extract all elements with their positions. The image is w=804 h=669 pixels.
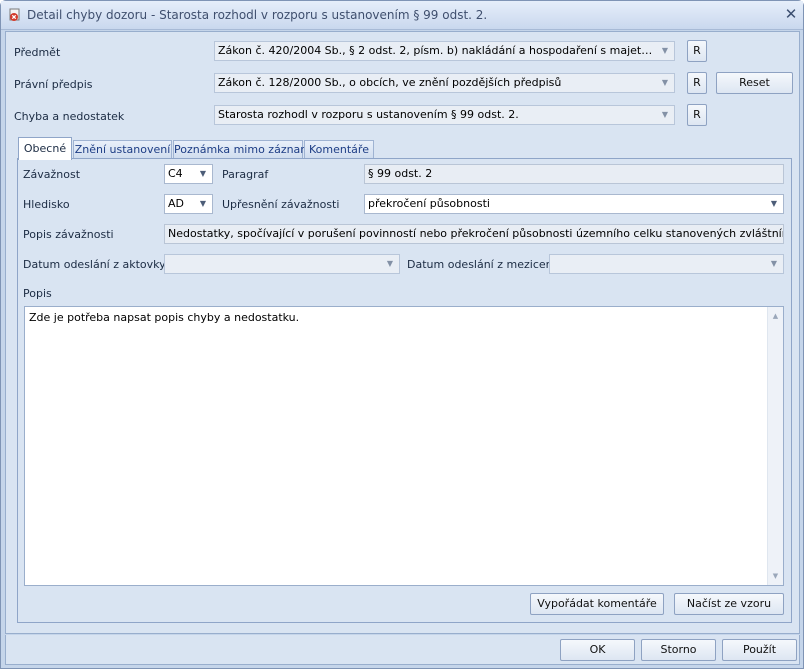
storno-button[interactable]: Storno bbox=[641, 639, 716, 661]
datum-aktovky-label: Datum odeslání z aktovky bbox=[23, 258, 166, 271]
datum-mezicentra-picker[interactable]: ▼ bbox=[549, 254, 784, 274]
zavaznost-label: Závažnost bbox=[23, 168, 81, 181]
hledisko-combo[interactable]: AD ▼ bbox=[164, 194, 213, 214]
chevron-down-icon[interactable]: ▼ bbox=[658, 106, 672, 124]
tab-zneni-ustanoveni[interactable]: Znění ustanovení bbox=[73, 140, 172, 159]
close-icon[interactable]: ✕ bbox=[782, 5, 800, 23]
predmet-reset-r-button[interactable]: R bbox=[687, 40, 707, 62]
chevron-down-icon[interactable]: ▼ bbox=[767, 195, 781, 213]
scroll-up-icon[interactable]: ▲ bbox=[768, 309, 783, 323]
chevron-down-icon[interactable]: ▼ bbox=[767, 255, 781, 273]
chyba-value: Starosta rozhodl v rozporu s ustanovením… bbox=[218, 108, 519, 121]
title-bar: Detail chyby dozoru - Starosta rozhodl v… bbox=[1, 1, 803, 30]
vertical-scrollbar[interactable]: ▲ ▼ bbox=[767, 307, 783, 585]
vyporadat-komentare-button[interactable]: Vypořádat komentáře bbox=[530, 593, 664, 615]
chevron-down-icon[interactable]: ▼ bbox=[196, 165, 210, 183]
error-document-icon bbox=[8, 8, 22, 22]
pouzit-button[interactable]: Použít bbox=[722, 639, 797, 661]
chyba-label: Chyba a nedostatek bbox=[14, 110, 125, 123]
tab-poznamka-mimo-zaznam[interactable]: Poznámka mimo záznam bbox=[173, 140, 311, 159]
reset-button[interactable]: Reset bbox=[716, 72, 793, 94]
ok-button[interactable]: OK bbox=[560, 639, 635, 661]
predmet-label: Předmět bbox=[14, 46, 61, 59]
popis-zavaznosti-label: Popis závažnosti bbox=[23, 228, 114, 241]
dialog-footer: OK Storno Použít bbox=[5, 635, 800, 665]
predmet-value: Zákon č. 420/2004 Sb., § 2 odst. 2, písm… bbox=[218, 44, 674, 57]
window-title: Detail chyby dozoru - Starosta rozhodl v… bbox=[27, 8, 488, 22]
chevron-down-icon[interactable]: ▼ bbox=[658, 74, 672, 92]
paragraf-label: Paragraf bbox=[222, 168, 269, 181]
pravni-predpis-value: Zákon č. 128/2000 Sb., o obcích, ve zněn… bbox=[218, 76, 562, 89]
upresneni-label: Upřesnění závažnosti bbox=[222, 198, 340, 211]
chyba-r-button[interactable]: R bbox=[687, 104, 707, 126]
nacist-ze-vzoru-button[interactable]: Načíst ze vzoru bbox=[674, 593, 784, 615]
tab-komentare[interactable]: Komentáře bbox=[304, 140, 374, 159]
datum-mezicentra-label: Datum odeslání z mezicentra bbox=[407, 258, 569, 271]
pravni-predpis-combo[interactable]: Zákon č. 128/2000 Sb., o obcích, ve zněn… bbox=[214, 73, 675, 93]
chevron-down-icon[interactable]: ▼ bbox=[658, 42, 672, 60]
pravni-predpis-label: Právní předpis bbox=[14, 78, 93, 91]
chyba-combo[interactable]: Starosta rozhodl v rozporu s ustanovením… bbox=[214, 105, 675, 125]
popis-zavaznosti-field: Nedostatky, spočívající v porušení povin… bbox=[164, 224, 784, 244]
zavaznost-combo[interactable]: C4 ▼ bbox=[164, 164, 213, 184]
hledisko-label: Hledisko bbox=[23, 198, 70, 211]
chevron-down-icon[interactable]: ▼ bbox=[196, 195, 210, 213]
popis-text: Zde je potřeba napsat popis chyby a nedo… bbox=[29, 311, 300, 324]
scroll-down-icon[interactable]: ▼ bbox=[768, 569, 783, 583]
dialog-window: Detail chyby dozoru - Starosta rozhodl v… bbox=[0, 0, 804, 669]
popis-label: Popis bbox=[23, 287, 52, 300]
predmet-combo[interactable]: Zákon č. 420/2004 Sb., § 2 odst. 2, písm… bbox=[214, 41, 675, 61]
upresneni-value: překročení působnosti bbox=[368, 197, 490, 210]
popis-textarea[interactable]: Zde je potřeba napsat popis chyby a nedo… bbox=[24, 306, 784, 586]
paragraf-field: § 99 odst. 2 bbox=[364, 164, 784, 184]
tab-panel-obecne: Závažnost C4 ▼ Paragraf § 99 odst. 2 Hle… bbox=[17, 158, 792, 623]
tab-obecne[interactable]: Obecné bbox=[18, 137, 72, 160]
chevron-down-icon[interactable]: ▼ bbox=[383, 255, 397, 273]
datum-aktovky-picker[interactable]: ▼ bbox=[164, 254, 400, 274]
pravni-predpis-r-button[interactable]: R bbox=[687, 72, 707, 94]
upresneni-combo[interactable]: překročení působnosti ▼ bbox=[364, 194, 784, 214]
dialog-body: Předmět Zákon č. 420/2004 Sb., § 2 odst.… bbox=[5, 31, 800, 634]
